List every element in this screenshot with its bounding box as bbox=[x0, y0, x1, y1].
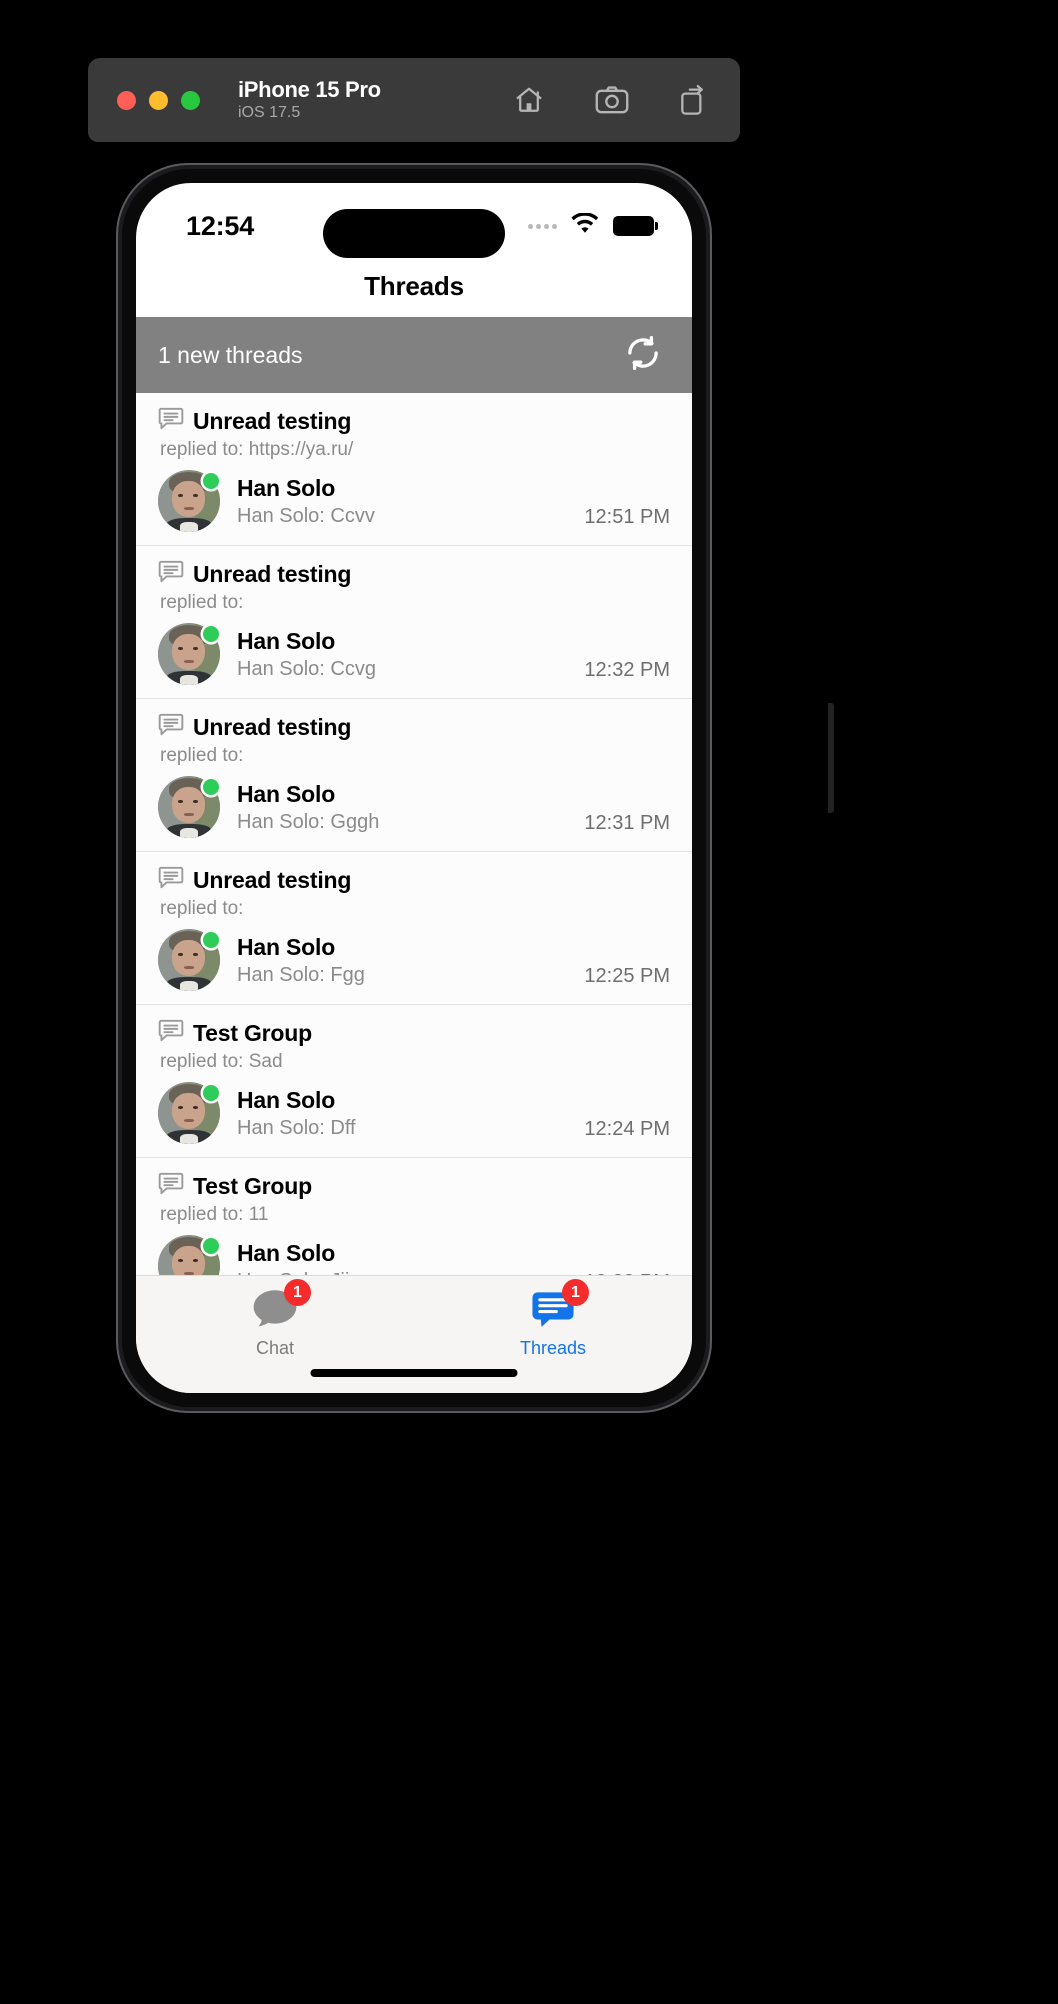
thread-message-row: Han Solo Han Solo: Dff 12:24 PM bbox=[158, 1082, 670, 1144]
simulator-toolbar bbox=[512, 84, 708, 116]
thread-header: Test Group bbox=[158, 1019, 670, 1048]
status-bar: 12:54 bbox=[136, 183, 692, 258]
thread-bubble-icon bbox=[158, 407, 184, 436]
message-timestamp: 12:25 PM bbox=[584, 965, 670, 987]
online-status-dot bbox=[203, 932, 219, 948]
thread-bubble-icon bbox=[158, 866, 184, 895]
thread-row[interactable]: Unread testing replied to: Han Solo Han … bbox=[136, 852, 692, 1005]
avatar bbox=[158, 1082, 220, 1144]
thread-title: Unread testing bbox=[193, 408, 352, 434]
message-preview: Han Solo: Ccvv bbox=[237, 504, 375, 527]
avatar bbox=[158, 929, 220, 991]
status-time: 12:54 bbox=[186, 210, 255, 241]
cellular-signal-icon bbox=[528, 223, 557, 229]
thread-title: Unread testing bbox=[193, 867, 352, 893]
sender-name: Han Solo bbox=[237, 1086, 336, 1113]
message-preview: Han Solo: Dff bbox=[237, 1116, 356, 1139]
threads-bubble-icon bbox=[530, 1292, 576, 1332]
thread-header: Unread testing bbox=[158, 713, 670, 742]
thread-header: Test Group bbox=[158, 1172, 670, 1201]
online-status-dot bbox=[203, 1085, 219, 1101]
thread-replied-to: replied to: bbox=[160, 898, 244, 919]
simulator-titles: iPhone 15 Pro iOS 17.5 bbox=[238, 76, 381, 123]
thread-bubble-icon bbox=[158, 1019, 184, 1048]
sender-name: Han Solo bbox=[237, 780, 336, 807]
tab-threads-label: Threads bbox=[519, 1338, 587, 1358]
thread-replied-to: replied to: 11 bbox=[160, 1204, 269, 1225]
message-timestamp: 12:32 PM bbox=[584, 659, 670, 681]
thread-bubble-icon bbox=[158, 560, 184, 589]
sender-name: Han Solo bbox=[237, 933, 336, 960]
thread-replied-to: replied to: https://ya.ru/ bbox=[160, 439, 354, 460]
thread-row[interactable]: Unread testing replied to: https://ya.ru… bbox=[136, 393, 692, 546]
thread-message-row: Han Solo Han Solo: Gggh 12:31 PM bbox=[158, 776, 670, 838]
message-preview: Han Solo: Ccvg bbox=[237, 657, 376, 680]
simulator-device-name: iPhone 15 Pro bbox=[238, 76, 381, 102]
minimize-button[interactable] bbox=[149, 90, 168, 110]
iphone-device-frame: 12:54 Threads 1 new threads Unread testi… bbox=[116, 163, 834, 1413]
thread-replied-to: replied to: Sad bbox=[160, 1051, 283, 1072]
message-timestamp: 12:24 PM bbox=[584, 1118, 670, 1140]
thread-bubble-icon bbox=[158, 713, 184, 742]
thread-bubble-icon bbox=[158, 1172, 184, 1201]
thread-list[interactable]: Unread testing replied to: https://ya.ru… bbox=[136, 393, 692, 1293]
online-status-dot bbox=[203, 626, 219, 642]
screenshot-icon[interactable] bbox=[594, 84, 630, 116]
message-preview: Han Solo: Gggh bbox=[237, 810, 380, 833]
online-status-dot bbox=[203, 779, 219, 795]
online-status-dot bbox=[203, 1238, 219, 1254]
thread-header: Unread testing bbox=[158, 407, 670, 436]
online-status-dot bbox=[203, 473, 219, 489]
thread-row[interactable]: Test Group replied to: Sad Han Solo Han … bbox=[136, 1005, 692, 1158]
thread-title: Test Group bbox=[193, 1173, 312, 1199]
phone-bezel: 12:54 Threads 1 new threads Unread testi… bbox=[122, 169, 706, 1407]
close-button[interactable] bbox=[117, 90, 136, 110]
navigation-bar: Threads bbox=[136, 255, 692, 317]
wifi-icon bbox=[570, 211, 600, 240]
thread-message-row: Han Solo Han Solo: Ccvg 12:32 PM bbox=[158, 623, 670, 685]
simulator-window-titlebar: iPhone 15 Pro iOS 17.5 bbox=[88, 58, 740, 142]
home-icon[interactable] bbox=[512, 84, 546, 116]
message-timestamp: 12:51 PM bbox=[584, 506, 670, 528]
thread-title: Unread testing bbox=[193, 561, 352, 587]
message-preview: Han Solo: Fgg bbox=[237, 963, 365, 986]
avatar bbox=[158, 776, 220, 838]
battery-icon bbox=[613, 216, 658, 236]
home-indicator[interactable] bbox=[310, 1369, 518, 1377]
thread-header: Unread testing bbox=[158, 560, 670, 589]
sender-name: Han Solo bbox=[237, 1239, 336, 1266]
traffic-lights bbox=[117, 90, 200, 110]
thread-replied-to: replied to: bbox=[160, 745, 244, 766]
phone-screen: 12:54 Threads 1 new threads Unread testi… bbox=[136, 183, 692, 1393]
thread-replied-to: replied to: bbox=[160, 592, 244, 613]
sender-name: Han Solo bbox=[237, 474, 336, 501]
threads-badge: 1 bbox=[562, 1279, 589, 1306]
avatar bbox=[158, 623, 220, 685]
thread-title: Test Group bbox=[193, 1020, 312, 1046]
status-indicators bbox=[528, 211, 658, 240]
thread-title: Unread testing bbox=[193, 714, 352, 740]
new-threads-count-label: 1 new threads bbox=[158, 341, 303, 368]
page-title: Threads bbox=[364, 270, 464, 301]
tab-chat-label: Chat bbox=[255, 1338, 295, 1358]
thread-row[interactable]: Unread testing replied to: Han Solo Han … bbox=[136, 699, 692, 852]
dynamic-island bbox=[323, 209, 505, 258]
rotate-icon[interactable] bbox=[678, 84, 708, 116]
sender-name: Han Solo bbox=[237, 627, 336, 654]
message-timestamp: 12:31 PM bbox=[584, 812, 670, 834]
refresh-icon[interactable] bbox=[624, 334, 662, 377]
tab-bar: 1 Chat 1 Threads bbox=[136, 1275, 692, 1393]
power-button[interactable] bbox=[828, 703, 834, 813]
thread-message-row: Han Solo Han Solo: Ccvv 12:51 PM bbox=[158, 470, 670, 532]
new-threads-banner[interactable]: 1 new threads bbox=[136, 317, 692, 393]
zoom-button[interactable] bbox=[181, 90, 200, 110]
simulator-os-version: iOS 17.5 bbox=[238, 104, 301, 122]
thread-header: Unread testing bbox=[158, 866, 670, 895]
thread-row[interactable]: Unread testing replied to: Han Solo Han … bbox=[136, 546, 692, 699]
avatar bbox=[158, 470, 220, 532]
chat-bubble-icon bbox=[252, 1290, 298, 1332]
chat-badge: 1 bbox=[284, 1279, 311, 1306]
thread-row[interactable]: Test Group replied to: 11 Han Solo Han S… bbox=[136, 1158, 692, 1293]
thread-message-row: Han Solo Han Solo: Fgg 12:25 PM bbox=[158, 929, 670, 991]
